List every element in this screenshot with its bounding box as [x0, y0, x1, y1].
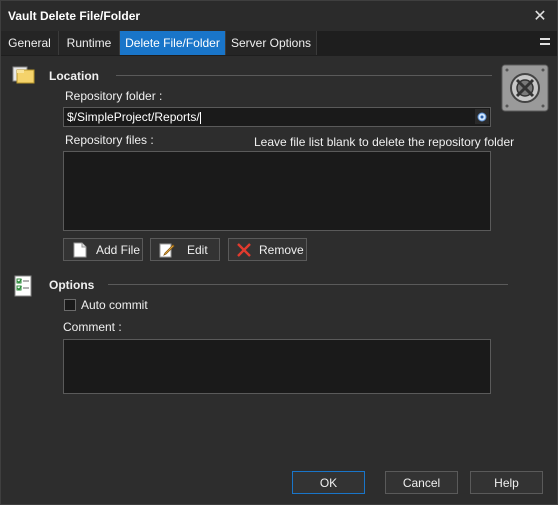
- help-button[interactable]: Help: [470, 471, 543, 494]
- tab-runtime[interactable]: Runtime: [59, 31, 120, 55]
- auto-commit-checkbox[interactable]: [64, 299, 76, 311]
- repository-folder-label: Repository folder :: [65, 89, 163, 103]
- dialog-window: Vault Delete File/Folder ✕ General Runti…: [0, 0, 558, 505]
- tab-strip: General Runtime Delete File/Folder Serve…: [1, 31, 557, 56]
- add-file-button[interactable]: Add File: [63, 238, 143, 261]
- add-file-icon: [73, 242, 87, 257]
- cancel-button[interactable]: Cancel: [385, 471, 458, 494]
- location-divider: [116, 75, 492, 76]
- options-title: Options: [49, 278, 95, 292]
- comment-label: Comment :: [63, 320, 122, 334]
- content-panel: Location Repository folder : $/SimplePro…: [1, 56, 557, 504]
- comment-textarea[interactable]: [63, 339, 491, 394]
- browse-icon: [477, 112, 487, 121]
- repository-files-hint: Leave file list blank to delete the repo…: [254, 135, 515, 149]
- remove-icon: [237, 242, 251, 257]
- repository-files-list[interactable]: [63, 151, 491, 231]
- window-title: Vault Delete File/Folder: [8, 9, 141, 23]
- tab-server-options[interactable]: Server Options: [226, 31, 317, 55]
- ok-button[interactable]: OK: [292, 471, 365, 494]
- edit-button[interactable]: Edit: [150, 238, 220, 261]
- auto-commit-label: Auto commit: [81, 298, 148, 312]
- close-icon: ✕: [533, 8, 547, 25]
- tab-general[interactable]: General: [1, 31, 59, 55]
- tab-menu-icon[interactable]: [539, 35, 551, 51]
- options-divider: [108, 284, 508, 285]
- location-title: Location: [49, 69, 99, 83]
- tab-delete-file-folder[interactable]: Delete File/Folder: [120, 31, 226, 55]
- repository-folder-input[interactable]: $/SimpleProject/Reports/: [63, 107, 491, 127]
- close-button[interactable]: ✕: [529, 6, 551, 26]
- edit-icon: [159, 243, 175, 257]
- vault-logo-icon: [501, 64, 549, 112]
- title-bar: Vault Delete File/Folder ✕: [1, 1, 557, 31]
- options-icon: [14, 275, 34, 297]
- browse-repository-button[interactable]: [475, 109, 489, 124]
- location-icon: [12, 65, 36, 85]
- repository-files-label: Repository files :: [65, 133, 154, 147]
- remove-button[interactable]: Remove: [228, 238, 307, 261]
